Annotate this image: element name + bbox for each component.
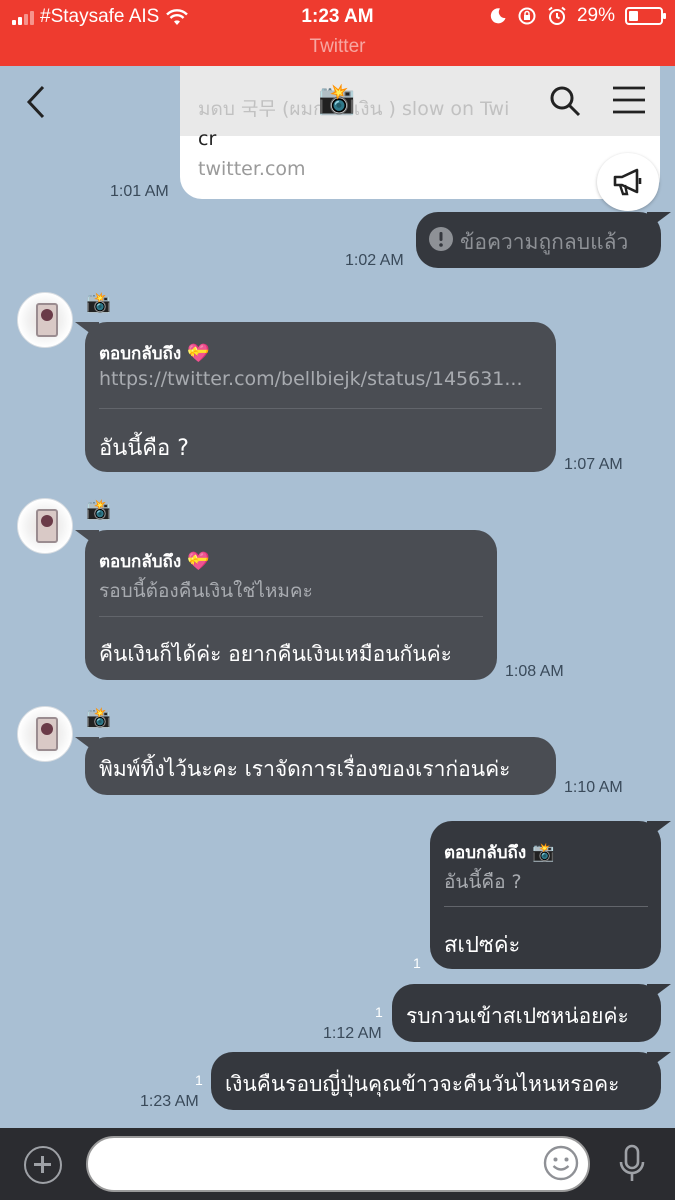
reply-quote[interactable]: https://twitter.com/bellbiejk/status/145…	[99, 368, 539, 390]
chat-title: 📸	[318, 82, 356, 117]
reply-target-emoji: 📸	[532, 842, 555, 863]
reply-target-emoji: 💝	[187, 343, 210, 364]
avatar[interactable]	[17, 706, 73, 762]
chat-header: 📸	[0, 78, 675, 126]
read-count: 1	[375, 1004, 383, 1020]
status-bar: #Staysafe AIS 1:23 AM 29% Twitter	[0, 0, 675, 66]
message-timestamp: 1:10 AM	[564, 779, 623, 796]
battery-icon	[625, 7, 666, 25]
link-preview-snippet: cr	[198, 128, 217, 150]
message-timestamp: 1:01 AM	[110, 183, 169, 200]
back-to-app-link[interactable]: Twitter	[0, 36, 675, 58]
menu-icon[interactable]	[612, 86, 646, 114]
sender-name: 📸	[86, 497, 111, 521]
message-timestamp: 1:08 AM	[505, 663, 564, 680]
reply-target-emoji: 💝	[187, 551, 210, 572]
avatar[interactable]	[17, 292, 73, 348]
message-bubble[interactable]: รบกวนเข้าสเปซหน่อยค่ะ	[392, 984, 661, 1042]
reply-label: ตอบกลับถึง	[444, 843, 527, 863]
message-bubble[interactable]: พิมพ์ทิ้งไว้นะคะ เราจัดการเรื่องของเราก่…	[85, 737, 556, 795]
sender-name: 📸	[86, 705, 111, 729]
message-timestamp: 1:07 AM	[564, 456, 623, 473]
reply-quote[interactable]: รอบนี้ต้องคืนเงินใช่ไหมคะ	[99, 576, 479, 606]
emoji-icon[interactable]	[543, 1145, 579, 1181]
message-timestamp: 1:02 AM	[345, 252, 404, 269]
read-count: 1	[195, 1072, 203, 1088]
message-bubble[interactable]: เงินคืนรอบญี่ปุ่นคุณข้าวจะคืนวันไหนหรอคะ	[211, 1052, 661, 1110]
link-preview-domain: twitter.com	[198, 158, 306, 180]
reply-quote[interactable]: อันนี้คือ ?	[444, 867, 644, 897]
message-text: อันนี้คือ ?	[99, 436, 189, 461]
message-timestamp: 1:12 AM	[323, 1025, 382, 1042]
message-input[interactable]	[86, 1136, 590, 1192]
message-text: พิมพ์ทิ้งไว้นะคะ เราจัดการเรื่องของเราก่…	[99, 757, 511, 781]
message-text: รบกวนเข้าสเปซหน่อยค่ะ	[406, 1004, 629, 1028]
megaphone-icon	[613, 168, 642, 196]
message-text: สเปซค่ะ	[444, 933, 521, 958]
status-right: 29%	[489, 5, 666, 27]
rotation-lock-icon	[518, 7, 536, 25]
reply-label: ตอบกลับถึง	[99, 344, 182, 364]
reply-divider	[444, 906, 648, 907]
message-text: เงินคืนรอบญี่ปุ่นคุณข้าวจะคืนวันไหนหรอคะ	[225, 1072, 620, 1096]
add-attachment-button[interactable]	[24, 1146, 62, 1184]
reply-label: ตอบกลับถึง	[99, 552, 182, 572]
reply-divider	[99, 408, 542, 409]
alert-icon	[429, 227, 453, 251]
sender-name: 📸	[86, 290, 111, 314]
battery-percent: 29%	[576, 5, 615, 26]
announcement-button[interactable]	[597, 153, 659, 211]
search-icon[interactable]	[548, 84, 582, 118]
battery-fill	[629, 11, 638, 21]
message-timestamp: 1:23 AM	[140, 1093, 199, 1110]
microphone-icon[interactable]	[618, 1144, 646, 1184]
reply-divider	[99, 616, 483, 617]
reply-message-bubble[interactable]: ตอบกลับถึง 💝 https://twitter.com/bellbie…	[85, 322, 556, 472]
message-text: ข้อความถูกลบแล้ว	[460, 230, 629, 254]
moon-icon	[490, 8, 506, 24]
alarm-icon	[548, 6, 566, 25]
back-chevron-icon[interactable]	[24, 84, 48, 120]
reply-message-bubble[interactable]: ตอบกลับถึง 📸 อันนี้คือ ? สเปซค่ะ	[430, 821, 661, 969]
reply-message-bubble[interactable]: ตอบกลับถึง 💝 รอบนี้ต้องคืนเงินใช่ไหมคะ ค…	[85, 530, 497, 680]
avatar[interactable]	[17, 498, 73, 554]
message-input-bar	[0, 1128, 675, 1200]
deleted-message-bubble[interactable]: ข้อความถูกลบแล้ว	[416, 212, 661, 268]
message-text: คืนเงินก็ได้ค่ะ อยากคืนเงินเหมือนกันค่ะ	[99, 642, 452, 666]
read-count: 1	[413, 955, 421, 971]
